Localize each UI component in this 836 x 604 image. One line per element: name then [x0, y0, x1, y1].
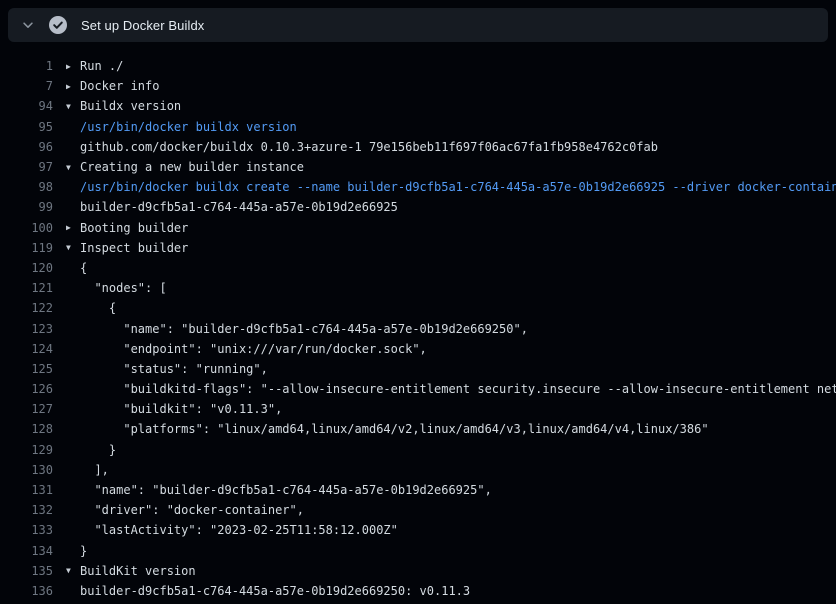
log-text: BuildKit version: [80, 564, 196, 578]
log-line: 132 "driver": "docker-container",: [0, 500, 836, 520]
line-number: 121: [0, 281, 53, 295]
step-title: Set up Docker Buildx: [81, 18, 204, 33]
line-number: 126: [0, 382, 53, 396]
log-line: 98 /usr/bin/docker buildx create --name …: [0, 177, 836, 197]
line-number: 98: [0, 180, 53, 194]
log-line: 99 builder-d9cfb5a1-c764-445a-a57e-0b19d…: [0, 197, 836, 217]
log-text: "buildkitd-flags": "--allow-insecure-ent…: [80, 382, 836, 396]
log-line: 136 builder-d9cfb5a1-c764-445a-a57e-0b19…: [0, 581, 836, 601]
log-text: /usr/bin/docker buildx version: [80, 120, 297, 134]
log-line: 122 {: [0, 298, 836, 318]
log-text: ],: [80, 463, 109, 477]
line-number: 7: [0, 79, 53, 93]
triangle-down-icon[interactable]: ▼: [66, 163, 80, 172]
log-text: Run ./: [80, 59, 123, 73]
log-line: 123 "name": "builder-d9cfb5a1-c764-445a-…: [0, 318, 836, 338]
line-number: 132: [0, 503, 53, 517]
line-number: 131: [0, 483, 53, 497]
log-line: 131 "name": "builder-d9cfb5a1-c764-445a-…: [0, 480, 836, 500]
log-line: 133 "lastActivity": "2023-02-25T11:58:12…: [0, 520, 836, 540]
line-number: 127: [0, 402, 53, 416]
log-text: "lastActivity": "2023-02-25T11:58:12.000…: [80, 523, 398, 537]
log-line[interactable]: 97 ▼ Creating a new builder instance: [0, 157, 836, 177]
log-line: 95 /usr/bin/docker buildx version: [0, 117, 836, 137]
log-lines: 1 ▶ Run ./ 7 ▶ Docker info 94 ▼ Buildx v…: [0, 42, 836, 604]
line-number: 123: [0, 322, 53, 336]
line-number: 95: [0, 120, 53, 134]
log-line: 134 }: [0, 541, 836, 561]
triangle-down-icon[interactable]: ▼: [66, 102, 80, 111]
triangle-down-icon[interactable]: ▼: [66, 243, 80, 252]
log-text: "platforms": "linux/amd64,linux/amd64/v2…: [80, 422, 709, 436]
line-number: 136: [0, 584, 53, 598]
log-text: Buildx version: [80, 99, 181, 113]
triangle-right-icon[interactable]: ▶: [66, 82, 80, 91]
log-text: "buildkit": "v0.11.3",: [80, 402, 282, 416]
line-number: 130: [0, 463, 53, 477]
line-number: 100: [0, 221, 53, 235]
log-line[interactable]: 119 ▼ Inspect builder: [0, 238, 836, 258]
log-line: 127 "buildkit": "v0.11.3",: [0, 399, 836, 419]
line-number: 125: [0, 362, 53, 376]
log-text: Booting builder: [80, 221, 188, 235]
line-number: 129: [0, 443, 53, 457]
log-line: 126 "buildkitd-flags": "--allow-insecure…: [0, 379, 836, 399]
line-number: 122: [0, 301, 53, 315]
log-line: 124 "endpoint": "unix:///var/run/docker.…: [0, 339, 836, 359]
log-text: Docker info: [80, 79, 159, 93]
line-number: 128: [0, 422, 53, 436]
log-text: builder-d9cfb5a1-c764-445a-a57e-0b19d2e6…: [80, 200, 398, 214]
check-circle-icon: [49, 16, 67, 34]
line-number: 1: [0, 59, 53, 73]
log-text: "name": "builder-d9cfb5a1-c764-445a-a57e…: [80, 322, 528, 336]
log-text: }: [80, 544, 87, 558]
line-number: 97: [0, 160, 53, 174]
log-text: "endpoint": "unix:///var/run/docker.sock…: [80, 342, 427, 356]
log-line[interactable]: 7 ▶ Docker info: [0, 76, 836, 96]
line-number: 133: [0, 523, 53, 537]
triangle-down-icon[interactable]: ▼: [66, 566, 80, 575]
log-text: {: [80, 301, 116, 315]
log-text: "nodes": [: [80, 281, 167, 295]
chevron-down-icon[interactable]: [20, 17, 36, 33]
log-text: "driver": "docker-container",: [80, 503, 304, 517]
line-number: 124: [0, 342, 53, 356]
log-text: }: [80, 443, 116, 457]
log-text: "name": "builder-d9cfb5a1-c764-445a-a57e…: [80, 483, 492, 497]
log-line[interactable]: 94 ▼ Buildx version: [0, 96, 836, 116]
triangle-right-icon[interactable]: ▶: [66, 62, 80, 71]
log-text: Creating a new builder instance: [80, 160, 304, 174]
log-text: "status": "running",: [80, 362, 268, 376]
line-number: 99: [0, 200, 53, 214]
triangle-right-icon[interactable]: ▶: [66, 223, 80, 232]
line-number: 96: [0, 140, 53, 154]
log-line: 129 }: [0, 440, 836, 460]
log-text: github.com/docker/buildx 0.10.3+azure-1 …: [80, 140, 658, 154]
log-line[interactable]: 1 ▶ Run ./: [0, 56, 836, 76]
log-line[interactable]: 135 ▼ BuildKit version: [0, 561, 836, 581]
log-text: {: [80, 261, 87, 275]
line-number: 135: [0, 564, 53, 578]
log-line: 120 {: [0, 258, 836, 278]
log-line: 125 "status": "running",: [0, 359, 836, 379]
log-line: 121 "nodes": [: [0, 278, 836, 298]
line-number: 94: [0, 99, 53, 113]
line-number: 119: [0, 241, 53, 255]
log-text: /usr/bin/docker buildx create --name bui…: [80, 180, 836, 194]
line-number: 120: [0, 261, 53, 275]
line-number: 134: [0, 544, 53, 558]
log-line[interactable]: 100 ▶ Booting builder: [0, 218, 836, 238]
log-line: 96 github.com/docker/buildx 0.10.3+azure…: [0, 137, 836, 157]
log-line: 130 ],: [0, 460, 836, 480]
log-line: 128 "platforms": "linux/amd64,linux/amd6…: [0, 419, 836, 439]
log-text: builder-d9cfb5a1-c764-445a-a57e-0b19d2e6…: [80, 584, 470, 598]
log-text: Inspect builder: [80, 241, 188, 255]
step-header[interactable]: Set up Docker Buildx: [8, 8, 828, 42]
